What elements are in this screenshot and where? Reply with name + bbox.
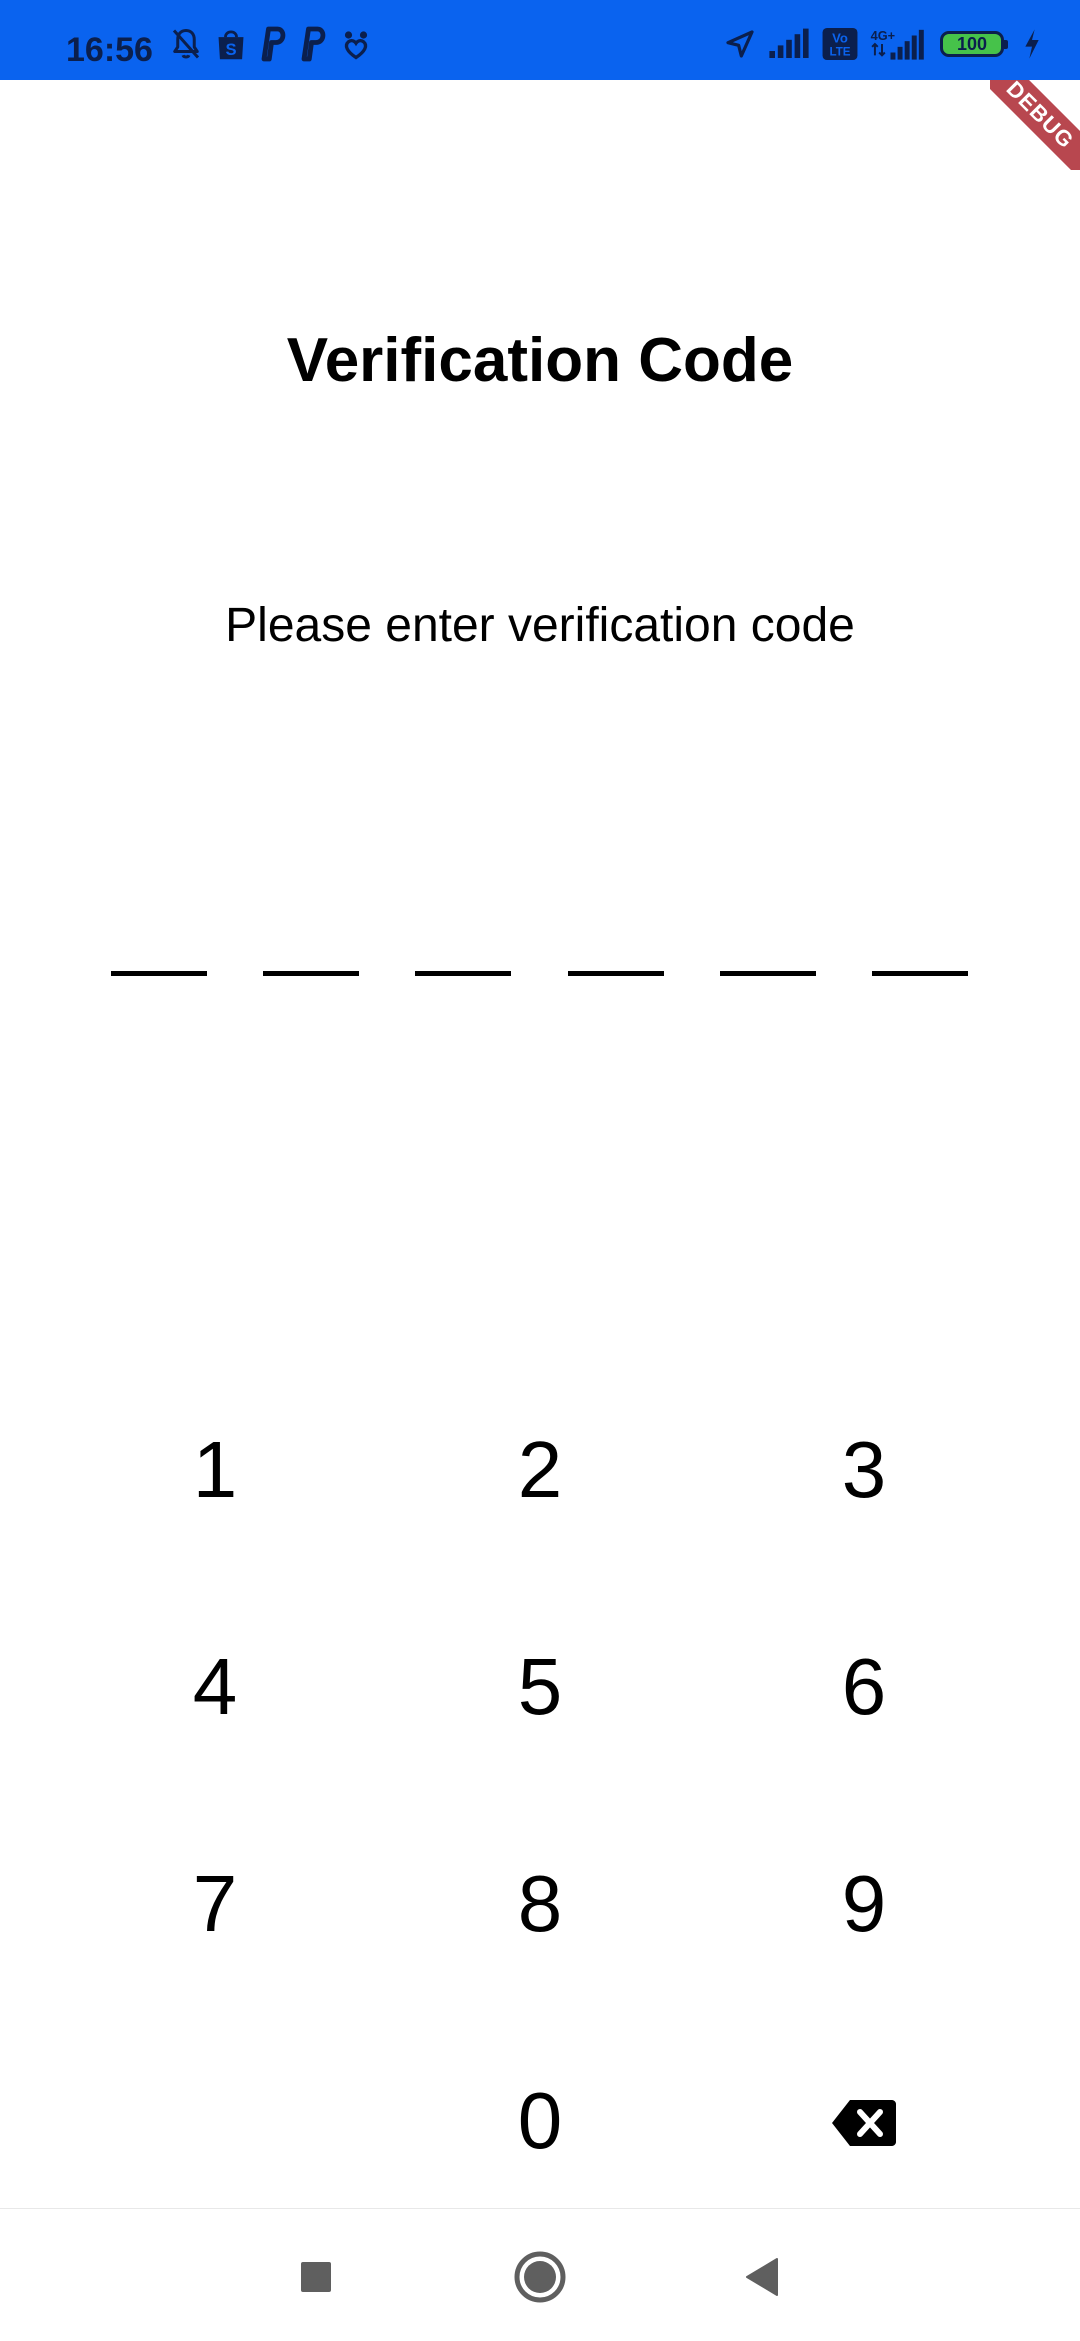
location-arrow-icon — [724, 28, 756, 60]
system-nav-bar — [0, 2208, 1080, 2341]
debug-ribbon-container: DEBUG — [990, 80, 1080, 170]
page-title: Verification Code — [286, 326, 794, 395]
key-9[interactable]: 9 — [734, 1814, 994, 1994]
back-button[interactable] — [722, 2239, 802, 2319]
bell-off-icon — [168, 26, 204, 62]
code-slot-3[interactable] — [415, 926, 511, 976]
code-slot-4[interactable] — [568, 926, 664, 976]
key-2[interactable]: 2 — [410, 1380, 670, 1560]
dog-paw-icon — [338, 26, 374, 62]
status-time: 16:56 — [66, 31, 153, 69]
key-4[interactable]: 4 — [85, 1597, 345, 1777]
key-5[interactable]: 5 — [410, 1597, 670, 1777]
key-0[interactable]: 0 — [410, 2031, 670, 2211]
key-8[interactable]: 8 — [410, 1814, 670, 1994]
code-slot-6[interactable] — [872, 926, 968, 976]
svg-text:LTE: LTE — [829, 46, 850, 59]
status-right-icons: Vo LTE 4G+ 100 — [724, 24, 1042, 64]
home-button[interactable] — [500, 2239, 580, 2319]
subtitle: Please enter verification code — [225, 599, 855, 652]
battery-icon: 100 — [940, 31, 1008, 57]
shopee-icon: S — [214, 26, 248, 62]
network-label: 4G+ — [871, 28, 895, 43]
key-7[interactable]: 7 — [85, 1814, 345, 1994]
4g-signal-icon: 4G+ — [870, 27, 928, 61]
status-left-icons: S — [168, 24, 374, 64]
key-3[interactable]: 3 — [734, 1380, 994, 1560]
code-slot-2[interactable] — [263, 926, 359, 976]
paypal-icon — [258, 26, 288, 62]
status-bar: 16:56 S Vo LTE 4G+ 100 — [0, 0, 1080, 80]
code-slot-1[interactable] — [111, 926, 207, 976]
recents-square-icon — [299, 2260, 333, 2298]
code-input[interactable] — [0, 926, 1080, 976]
key-1[interactable]: 1 — [85, 1380, 345, 1560]
debug-ribbon: DEBUG — [990, 80, 1080, 170]
volte-icon: Vo LTE — [822, 28, 858, 60]
home-circle-icon — [513, 2250, 567, 2308]
svg-text:S: S — [225, 40, 236, 59]
volte-label: Vo — [832, 31, 848, 46]
key-6[interactable]: 6 — [734, 1597, 994, 1777]
charging-icon — [1022, 28, 1042, 60]
backspace-icon — [830, 2075, 898, 2167]
code-slot-5[interactable] — [720, 926, 816, 976]
paypal-icon — [298, 26, 328, 62]
battery-level: 100 — [956, 34, 988, 54]
numeric-keypad: 1 2 3 4 5 6 7 8 9 0 — [0, 1380, 1080, 2240]
signal-bars-icon — [768, 28, 810, 60]
recents-button[interactable] — [276, 2239, 356, 2319]
backspace-button[interactable] — [734, 2031, 994, 2211]
back-triangle-icon — [743, 2257, 781, 2301]
